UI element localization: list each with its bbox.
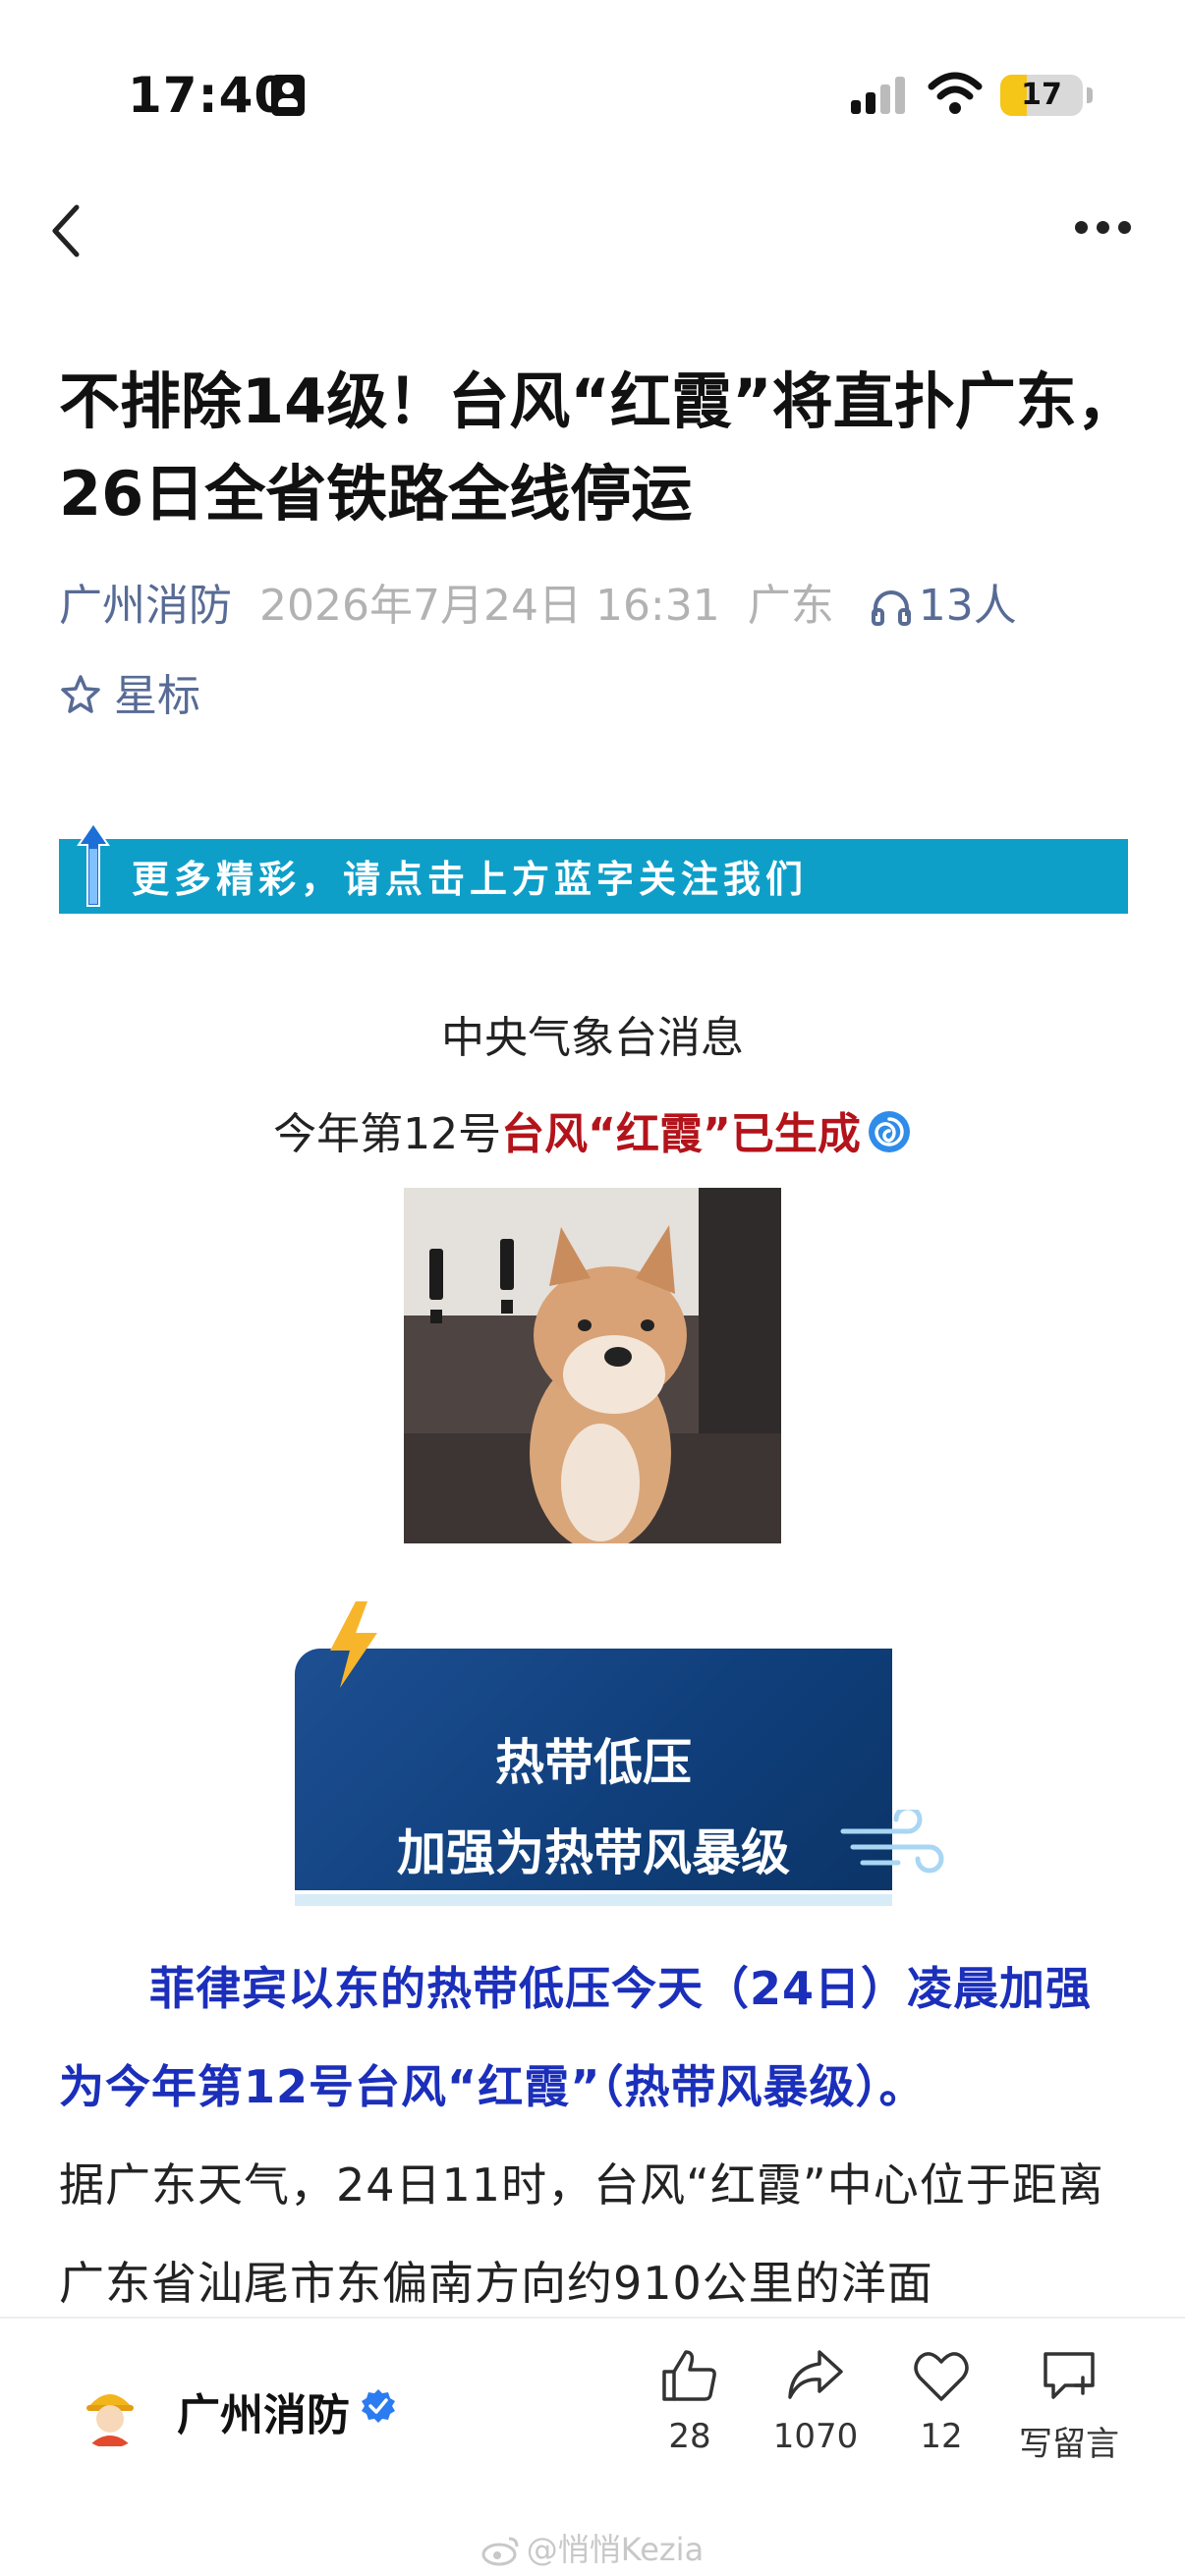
publish-date: 2026年7月24日 16:31 [259,581,720,631]
card-line1: 热带低压 [495,1734,692,1791]
star-icon [61,675,100,713]
lightning-icon [330,1601,377,1688]
follow-banner-text: 更多精彩，请点击上方蓝字关注我们 [132,858,809,901]
card-line2: 加强为热带风暴级 [397,1824,790,1881]
back-icon[interactable] [47,201,86,260]
status-bar: 17:40 17 [0,0,1185,187]
comment-label: 写留言 [1019,2425,1119,2464]
thumbs-up-icon [662,2350,716,2401]
battery-level: 17 [1021,78,1062,112]
headline-red: 台风“红霞”已生成 [501,1109,861,1159]
favorite-count: 12 [920,2417,963,2456]
more-options-icon[interactable] [1075,221,1132,237]
cyclone-emoji-icon [868,1111,910,1152]
comment-button[interactable]: 写留言 [1010,2348,1128,2486]
battery-cap [1087,87,1093,103]
battery-icon: 17 [1000,75,1083,116]
account-name[interactable]: 广州消防 [177,2380,350,2442]
share-count: 1070 [772,2417,859,2456]
heart-icon [914,2352,969,2401]
favorite-button[interactable]: 12 [882,2348,1000,2486]
listen-count: 13人 [918,581,1017,631]
watermark: @悄悄Kezia [0,2525,1185,2570]
star-label: 星标 [114,671,200,721]
up-arrow-icon [77,821,110,907]
comment-icon [1044,2352,1095,2399]
info-card: 热带低压 加强为热带风暴级 [293,1599,944,1914]
cellular-signal-icon [851,77,906,114]
weibo-logo-icon [481,2537,519,2566]
author-link[interactable]: 广州消防 [59,581,232,631]
like-count: 28 [668,2417,711,2456]
headline-line: 今年第12号台风“红霞”已生成 [0,1098,1185,1161]
headphones-icon [871,590,911,626]
account-avatar[interactable] [75,2378,145,2448]
like-button[interactable]: 28 [631,2348,749,2486]
id-card-icon [271,75,305,116]
paragraph-highlight: 菲律宾以东的热带低压今天（24日）凌晨加强为今年第12号台风“红霞”（热带风暴级… [59,1962,1093,2113]
article-title: 不排除14级！台风“红霞”将直扑广东，26日全省铁路全线停运 [59,365,1138,530]
star-button[interactable]: 星标 [59,660,200,723]
info-card-background: 热带低压 加强为热带风暴级 [295,1649,892,1890]
follow-banner: 更多精彩，请点击上方蓝字关注我们 [59,821,1128,914]
share-button[interactable]: 1070 [757,2348,875,2486]
wind-icon [840,1810,944,1874]
card-underline [295,1894,892,1906]
share-icon [788,2350,843,2399]
article-meta: 广州消防 2026年7月24日 16:31 广东 13人 [59,570,1150,639]
status-time: 17:40 [128,67,290,124]
publish-region: 广东 [747,581,834,631]
headline-prefix: 今年第12号 [273,1109,502,1159]
paragraph-body: 据广东天气，24日11时，台风“红霞”中心位于距离广东省汕尾市东偏南方向约910… [59,2158,1104,2310]
listen-button[interactable]: 13人 [870,570,1017,633]
wifi-icon [928,72,983,114]
source-line: 中央气象台消息 [441,1013,744,1063]
shiba-dog-image[interactable] [404,1188,781,1543]
watermark-text: @悄悄Kezia [526,2531,705,2568]
verified-badge-icon [362,2389,395,2423]
